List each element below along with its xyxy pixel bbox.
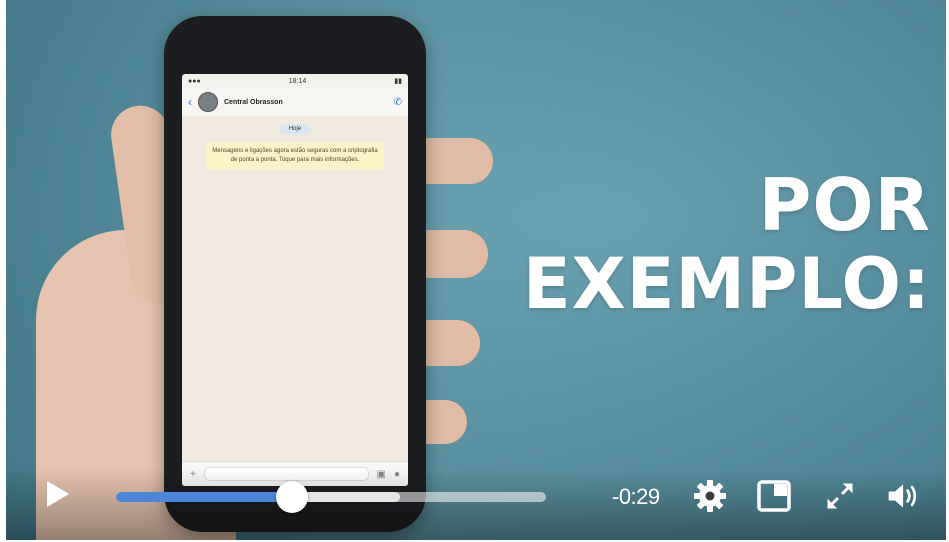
caption-line-2: EXEMPLO: (522, 243, 931, 325)
gear-icon (694, 480, 726, 512)
played-bar (116, 492, 293, 502)
picture-in-picture-button[interactable] (756, 478, 792, 514)
picture-in-picture-icon (757, 480, 791, 512)
avatar (198, 92, 218, 112)
control-bar (6, 468, 946, 540)
video-player[interactable]: ●●● 18:14 ▮▮ ‹ Central Obrasson ✆ Hoje Men… (6, 0, 946, 540)
phone: ●●● 18:14 ▮▮ ‹ Central Obrasson ✆ Hoje Men… (164, 16, 426, 532)
caption-line-1: POR (758, 163, 931, 247)
chat-header: ‹ Central Obrasson ✆ (182, 88, 408, 117)
back-icon: ‹ (188, 95, 192, 109)
fullscreen-button[interactable] (822, 478, 858, 514)
volume-button[interactable] (886, 478, 922, 514)
settings-button[interactable] (692, 478, 728, 514)
phone-screen: ●●● 18:14 ▮▮ ‹ Central Obrasson ✆ Hoje Men… (182, 74, 408, 486)
play-button[interactable] (40, 476, 76, 512)
phone-status-bar: ●●● 18:14 ▮▮ (188, 77, 402, 86)
date-chip: Hoje (280, 124, 310, 134)
video-caption: POR EXEMPLO: (501, 165, 931, 323)
play-icon (47, 481, 69, 507)
chat-title: Central Obrasson (224, 98, 283, 106)
volume-icon (888, 484, 917, 508)
encryption-notice: Mensagens e ligações agora estão seguras… (206, 142, 384, 170)
chat-area: Hoje Mensagens e ligações agora estão se… (182, 116, 408, 462)
time-remaining: -0:29 (612, 484, 660, 509)
progress-bar[interactable] (116, 481, 546, 513)
phone-call-icon: ✆ (393, 96, 402, 108)
fullscreen-icon (827, 483, 853, 509)
